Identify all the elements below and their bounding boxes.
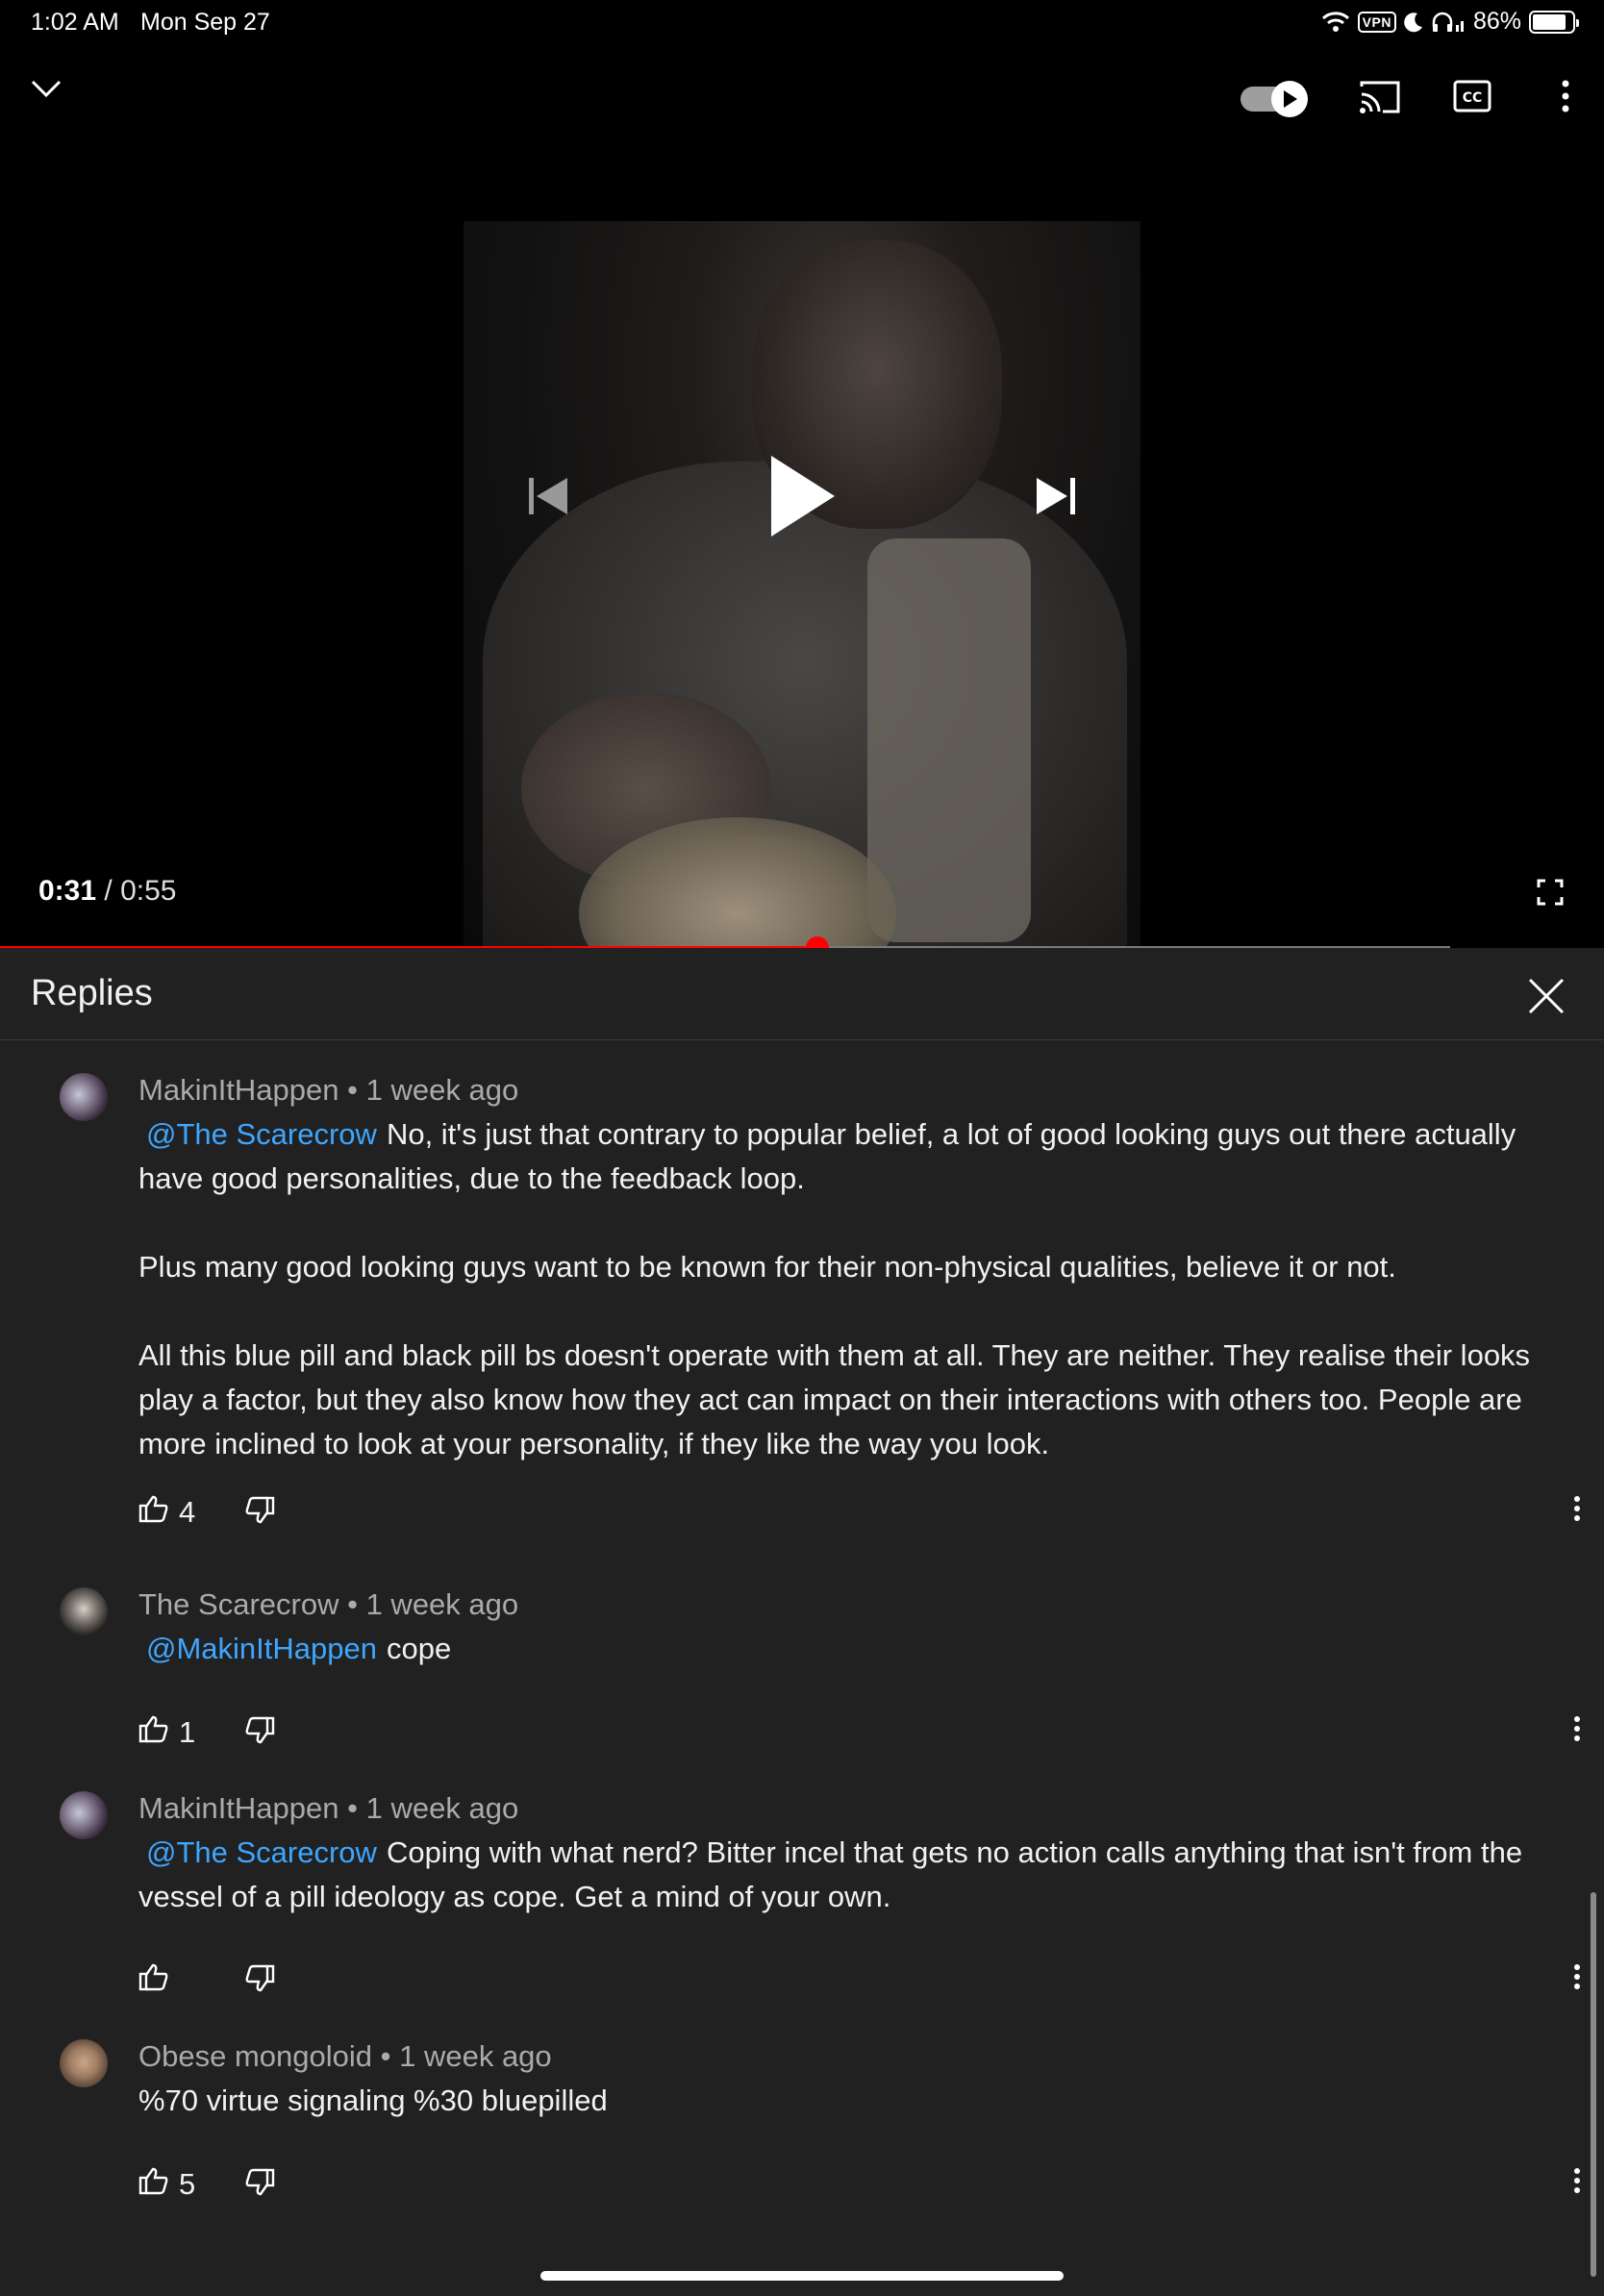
skip-previous-icon[interactable] [527, 475, 569, 517]
thumbs-up-icon [138, 1962, 169, 1999]
avatar[interactable] [60, 1791, 108, 1839]
more-vertical-icon[interactable] [1573, 2167, 1581, 2199]
wifi-icon [1321, 11, 1350, 34]
dislike-button[interactable] [244, 2168, 275, 2202]
meta-dot: • [347, 1791, 358, 1825]
comment-meta: Obese mongoloid • 1 week ago [138, 2039, 552, 2074]
svg-text:CC: CC [1463, 90, 1483, 106]
status-bar: 1:02 AM Mon Sep 27 VPN 86% [0, 0, 1604, 46]
mention-link[interactable]: @MakinItHappen [146, 1632, 377, 1665]
like-button[interactable] [138, 1962, 244, 1999]
cast-icon[interactable] [1358, 79, 1402, 115]
skip-next-icon[interactable] [1035, 475, 1077, 517]
current-time: 0:31 [38, 875, 97, 907]
mention-link[interactable]: @The Scarecrow [146, 1835, 377, 1869]
vpn-badge: VPN [1357, 11, 1396, 33]
fullscreen-icon[interactable] [1537, 879, 1564, 906]
dislike-button[interactable] [244, 1496, 275, 1530]
battery-icon [1529, 10, 1579, 34]
like-button[interactable]: 5 [138, 2166, 244, 2203]
comment-actions: 4 [138, 1493, 275, 1532]
like-button[interactable]: 4 [138, 1494, 244, 1531]
thumbs-up-icon [138, 2166, 169, 2203]
video-player[interactable]: CC 0:31 / 0:55 [0, 0, 1604, 948]
meta-dot: • [347, 1587, 358, 1621]
cc-icon[interactable]: CC [1453, 79, 1491, 113]
moon-icon [1404, 12, 1423, 33]
comment-meta: The Scarecrow • 1 week ago [138, 1587, 518, 1622]
comment-body: @The Scarecrow No, it's just that contrar… [138, 1112, 1581, 1466]
avatar[interactable] [60, 1073, 108, 1121]
scrollbar[interactable] [1591, 1892, 1596, 2277]
replies-panel: Replies MakinItHappen • 1 week ago @The … [0, 948, 1604, 2296]
more-vertical-icon[interactable] [1573, 1495, 1581, 1527]
avatar[interactable] [60, 1587, 108, 1635]
thumbs-down-icon [244, 2168, 275, 2202]
more-vertical-icon[interactable] [1573, 1715, 1581, 1747]
comment-meta: MakinItHappen • 1 week ago [138, 1791, 518, 1826]
comment-text: Plus many good looking guys want to be k… [138, 1250, 1396, 1284]
play-icon[interactable] [769, 454, 837, 538]
comment-text: cope [386, 1632, 452, 1665]
comment-age: 1 week ago [365, 1791, 519, 1825]
more-vertical-icon[interactable] [1573, 1963, 1581, 1995]
thumbs-down-icon [244, 1716, 275, 1750]
dislike-button[interactable] [244, 1716, 275, 1750]
status-time: 1:02 AM [31, 9, 119, 36]
mention-link[interactable]: @The Scarecrow [146, 1117, 377, 1151]
like-count: 1 [179, 1715, 196, 1749]
replies-header: Replies [0, 948, 1604, 1040]
avatar[interactable] [60, 2039, 108, 2087]
replies-title: Replies [31, 973, 153, 1013]
meta-dot: • [347, 1073, 358, 1107]
thumbs-down-icon [244, 1964, 275, 1998]
meta-dot: • [380, 2039, 391, 2073]
video-frame[interactable] [464, 221, 1140, 948]
like-button[interactable]: 1 [138, 1714, 244, 1751]
play-icon [1271, 81, 1308, 117]
comment-author[interactable]: The Scarecrow [138, 1587, 338, 1621]
like-count: 4 [179, 1495, 196, 1529]
close-icon[interactable] [1527, 977, 1566, 1020]
comment-author[interactable]: Obese mongoloid [138, 2039, 372, 2073]
comment-meta: MakinItHappen • 1 week ago [138, 1073, 518, 1108]
home-indicator[interactable] [540, 2271, 1064, 2281]
comment-text: All this blue pill and black pill bs doe… [138, 1338, 1531, 1460]
more-vertical-icon[interactable] [1554, 79, 1577, 113]
comment-actions [138, 1961, 275, 2000]
battery-percent: 86% [1472, 8, 1521, 35]
autoplay-toggle[interactable] [1241, 81, 1312, 117]
comment-body: @The Scarecrow Coping with what nerd? Bit… [138, 1831, 1581, 1919]
comment-body: %70 virtue signaling %30 bluepilled [138, 2079, 1581, 2123]
battery-fill [1533, 13, 1566, 30]
like-count: 5 [179, 2167, 196, 2201]
comment-author[interactable]: MakinItHappen [138, 1073, 339, 1107]
comment-age: 1 week ago [365, 1073, 519, 1107]
status-date: Mon Sep 27 [140, 9, 270, 36]
comment-age: 1 week ago [365, 1587, 519, 1621]
headphones-icon [1431, 12, 1466, 33]
thumbs-up-icon [138, 1494, 169, 1531]
comment-actions: 5 [138, 2165, 275, 2204]
dislike-button[interactable] [244, 1964, 275, 1998]
time-readout: 0:31 / 0:55 [38, 875, 176, 908]
chevron-down-icon[interactable] [29, 77, 63, 100]
duration: 0:55 [120, 875, 177, 907]
video-content-detail [867, 538, 1031, 942]
comment-body: @MakinItHappen cope [138, 1627, 1581, 1671]
comment-actions: 1 [138, 1713, 275, 1752]
comment-author[interactable]: MakinItHappen [138, 1791, 339, 1825]
comment-text: %70 virtue signaling %30 bluepilled [138, 2084, 608, 2117]
comment-age: 1 week ago [399, 2039, 552, 2073]
thumbs-down-icon [244, 1496, 275, 1530]
thumbs-up-icon [138, 1714, 169, 1751]
time-separator: / [104, 875, 113, 907]
